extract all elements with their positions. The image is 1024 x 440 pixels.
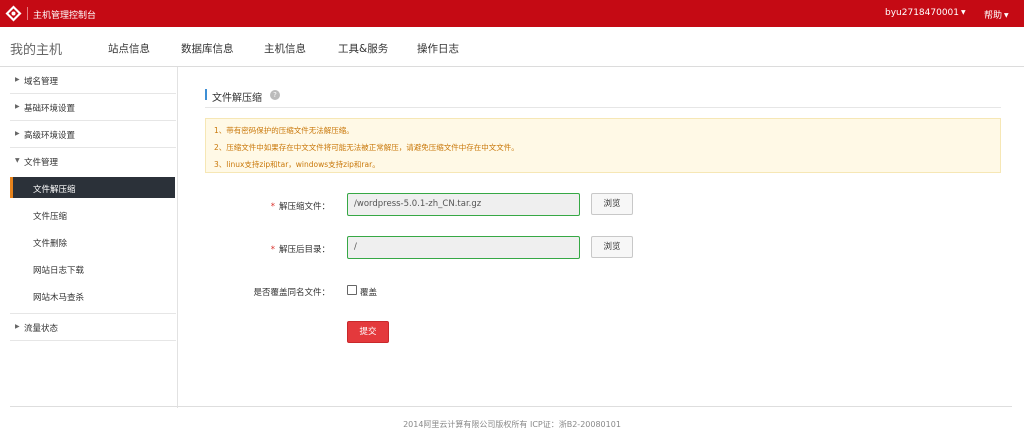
- help-menu[interactable]: 帮助 ▼: [984, 8, 1009, 21]
- logo-icon[interactable]: [5, 5, 22, 22]
- chevron-right-icon: ▶: [15, 130, 20, 137]
- sidebar-item-domain[interactable]: ▶ 域名管理: [10, 67, 176, 94]
- title-accent: [205, 89, 207, 100]
- page-title-bar: 文件解压缩 ?: [205, 88, 1001, 108]
- chevron-right-icon: ▶: [15, 323, 20, 330]
- sidebar-item-file-management[interactable]: ▼ 文件管理: [10, 148, 176, 175]
- sidebar-item-label: 文件管理: [24, 158, 59, 168]
- sidebar-subitem-zip[interactable]: 文件压缩: [10, 204, 175, 225]
- help-label: 帮助: [984, 11, 1003, 21]
- footer-divider: [10, 406, 1012, 407]
- sidebar-item-label: 基础环境设置: [24, 104, 76, 114]
- browse-target-button[interactable]: 浏览: [591, 236, 633, 258]
- sidebar-subitem-delete[interactable]: 文件删除: [10, 231, 175, 252]
- sidebar-item-label: 域名管理: [24, 77, 59, 87]
- sidebar: ▶ 域名管理 ▶ 基础环境设置 ▶ 高级环境设置 ▼ 文件管理 文件解压缩 文件…: [0, 67, 178, 408]
- sidebar-item-label: 高级环境设置: [24, 131, 76, 141]
- required-mark: *: [270, 202, 275, 212]
- sidebar-subitem-unzip[interactable]: 文件解压缩: [10, 177, 175, 198]
- archive-file-label: * 解压缩文件：: [240, 200, 330, 212]
- nav-tools-services[interactable]: 工具&服务: [338, 41, 388, 56]
- footer-copyright: 2014阿里云计算有限公司版权所有 ICP证：浙B2-20080101: [403, 420, 621, 429]
- notice-line: 3、linux支持zip和tar，windows支持zip和rar。: [214, 160, 380, 169]
- user-menu[interactable]: byu2718470001 ▼: [885, 8, 966, 18]
- page-title: 文件解压缩: [212, 93, 262, 104]
- caret-down-icon: ▼: [1004, 12, 1009, 19]
- chevron-right-icon: ▶: [15, 103, 20, 110]
- caret-down-icon: ▼: [961, 9, 966, 16]
- notice-line: 2、压缩文件中如果存在中文文件将可能无法被正常解压，请避免压缩文件中存在中文文件…: [214, 143, 519, 152]
- target-dir-input[interactable]: /: [347, 236, 580, 259]
- sidebar-item-label: 流量状态: [24, 324, 59, 334]
- sidebar-subitem-label: 网站木马查杀: [33, 293, 85, 303]
- notice-box: 1、带有密码保护的压缩文件无法解压缩。 2、压缩文件中如果存在中文文件将可能无法…: [205, 118, 1001, 173]
- sidebar-item-traffic[interactable]: ▶ 流量状态: [10, 314, 176, 341]
- sidebar-subitem-label: 文件压缩: [33, 212, 68, 222]
- sidebar-subitem-trojan-scan[interactable]: 网站木马查杀: [10, 285, 175, 306]
- submit-button[interactable]: 提交: [347, 321, 389, 343]
- main-nav: 我的主机 站点信息 数据库信息 主机信息 工具&服务 操作日志: [0, 27, 1024, 67]
- nav-database-info[interactable]: 数据库信息: [181, 41, 234, 56]
- user-name: byu2718470001: [885, 8, 960, 18]
- nav-site-info[interactable]: 站点信息: [108, 41, 150, 56]
- sidebar-subitem-log-download[interactable]: 网站日志下载: [10, 258, 175, 279]
- target-dir-label-text: 解压后目录：: [278, 245, 330, 255]
- question-icon[interactable]: ?: [270, 90, 280, 100]
- target-dir-label: * 解压后目录：: [240, 243, 330, 255]
- logo-divider: [27, 7, 28, 20]
- nav-host-info[interactable]: 主机信息: [264, 41, 306, 56]
- sidebar-subitem-label: 网站日志下载: [33, 266, 85, 276]
- sidebar-subitem-label: 文件解压缩: [33, 185, 76, 195]
- overwrite-checkbox[interactable]: [347, 285, 357, 295]
- sidebar-item-basic-env[interactable]: ▶ 基础环境设置: [10, 94, 176, 121]
- nav-operation-log[interactable]: 操作日志: [417, 41, 459, 56]
- brand-title[interactable]: 我的主机: [10, 39, 62, 58]
- overwrite-option-label[interactable]: 覆盖: [360, 286, 377, 298]
- chevron-down-icon: ▼: [15, 157, 20, 164]
- chevron-right-icon: ▶: [15, 76, 20, 83]
- archive-file-input[interactable]: /wordpress-5.0.1-zh_CN.tar.gz: [347, 193, 580, 216]
- browse-archive-button[interactable]: 浏览: [591, 193, 633, 215]
- app-title: 主机管理控制台: [33, 11, 97, 21]
- archive-file-label-text: 解压缩文件：: [278, 202, 330, 212]
- top-bar: 主机管理控制台 byu2718470001 ▼ 帮助 ▼: [0, 0, 1024, 27]
- overwrite-label: 是否覆盖同名文件：: [253, 288, 330, 298]
- required-mark: *: [270, 245, 275, 255]
- sidebar-item-advanced-env[interactable]: ▶ 高级环境设置: [10, 121, 176, 148]
- notice-line: 1、带有密码保护的压缩文件无法解压缩。: [214, 126, 354, 135]
- sidebar-subitem-label: 文件删除: [33, 239, 68, 249]
